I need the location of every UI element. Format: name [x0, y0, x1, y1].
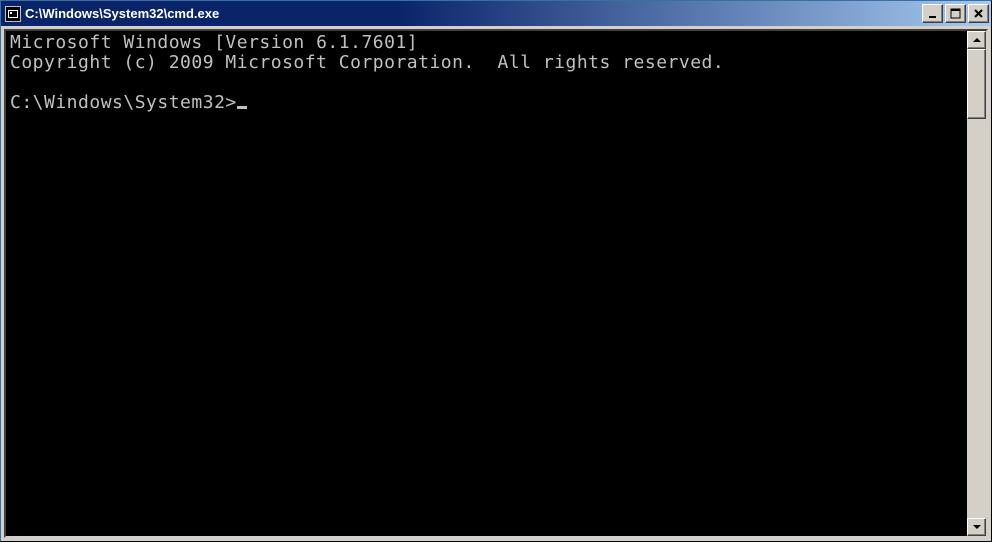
- cursor: [237, 106, 247, 109]
- scroll-track[interactable]: [967, 49, 986, 518]
- arrow-up-icon: [973, 38, 981, 42]
- terminal-prompt: C:\Windows\System32>: [10, 92, 237, 113]
- arrow-down-icon: [973, 525, 981, 529]
- titlebar[interactable]: C:\Windows\System32\cmd.exe: [1, 1, 991, 26]
- close-button[interactable]: [968, 4, 989, 23]
- maximize-icon: [950, 8, 961, 19]
- scroll-down-button[interactable]: [967, 518, 986, 536]
- window-controls: [922, 4, 989, 23]
- terminal-output[interactable]: Microsoft Windows [Version 6.1.7601] Cop…: [6, 31, 967, 536]
- app-icon[interactable]: [5, 6, 21, 22]
- scroll-thumb[interactable]: [967, 49, 986, 119]
- terminal-line: Copyright (c) 2009 Microsoft Corporation…: [10, 52, 724, 73]
- close-icon: [973, 8, 984, 19]
- scroll-up-button[interactable]: [967, 31, 986, 49]
- window-title: C:\Windows\System32\cmd.exe: [25, 6, 922, 21]
- window-body: Microsoft Windows [Version 6.1.7601] Cop…: [4, 29, 988, 538]
- terminal-line: Microsoft Windows [Version 6.1.7601]: [10, 32, 418, 53]
- minimize-icon: [927, 8, 938, 19]
- vertical-scrollbar[interactable]: [967, 31, 986, 536]
- minimize-button[interactable]: [922, 4, 943, 23]
- maximize-button[interactable]: [945, 4, 966, 23]
- app-window: C:\Windows\System32\cmd.exe Microsoft W: [0, 0, 992, 542]
